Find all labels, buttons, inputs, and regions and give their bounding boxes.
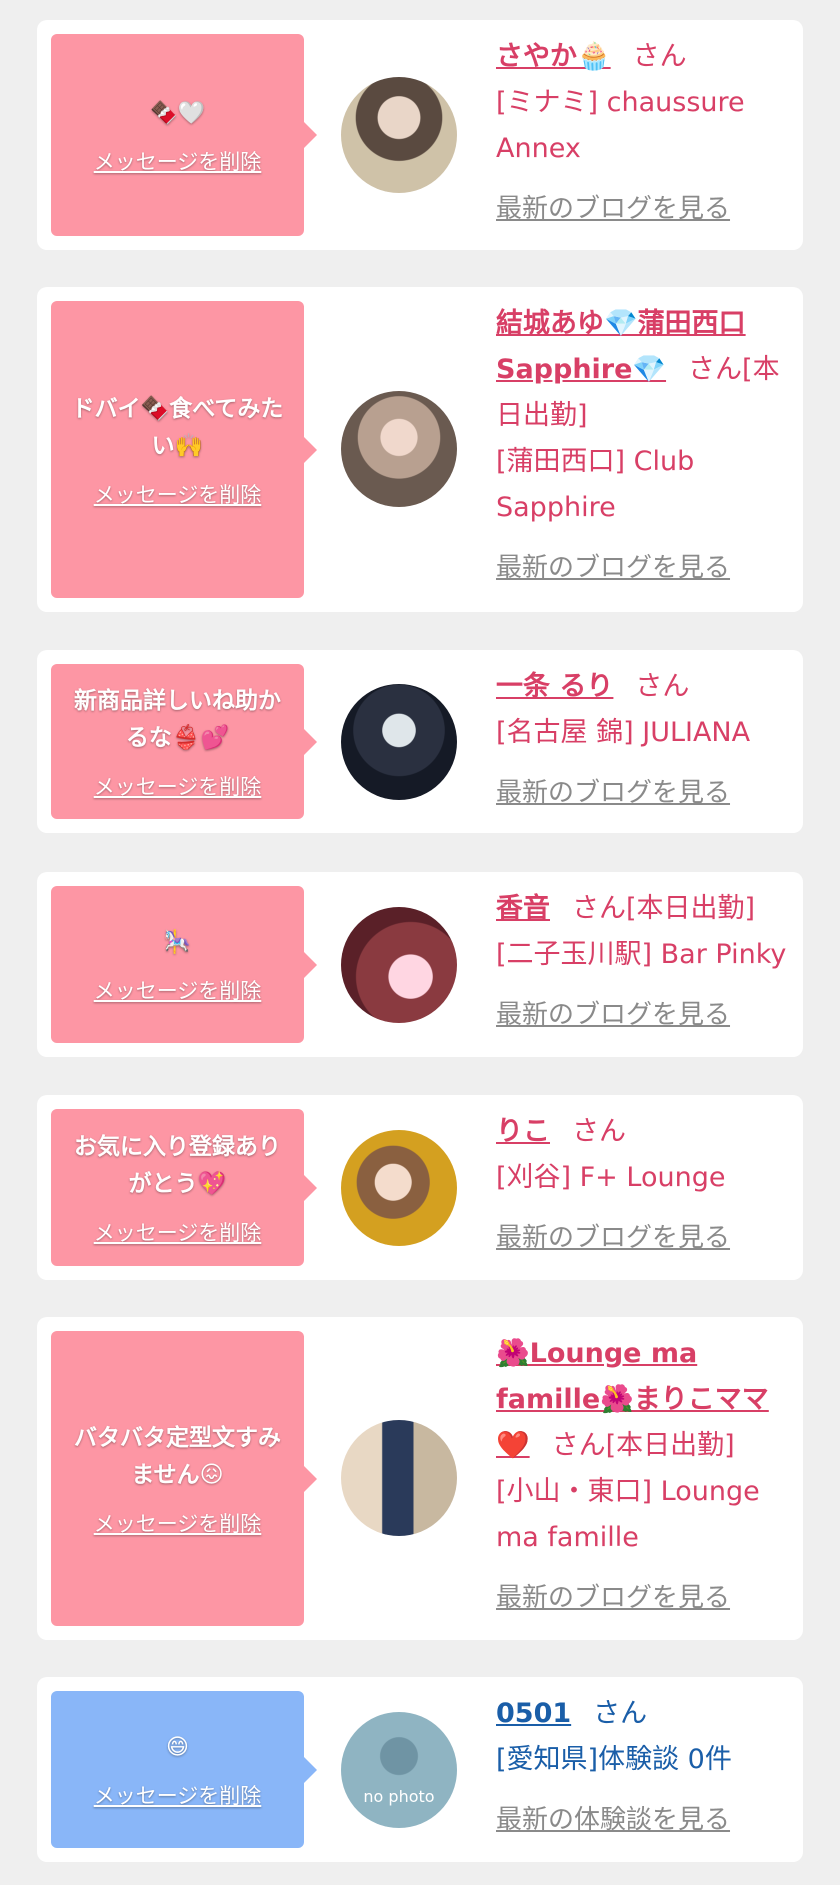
shop-name: [愛知県]体験談 0件: [496, 1744, 732, 1775]
message-card: 🍫🤍 メッセージを削除 さやか🧁 さん [ミナミ] chaussure Annex…: [37, 20, 803, 250]
message-card: 😄 メッセージを削除 no photo 0501 さん [愛知県]体験談 0件 最…: [37, 1677, 803, 1862]
profile-info: 一条 るり さん [名古屋 錦] JULIANA 最新のブログを見る: [496, 664, 796, 816]
shop-name: [名古屋 錦] JULIANA: [496, 717, 751, 748]
latest-blog-link[interactable]: 最新のブログを見る: [496, 1215, 796, 1261]
message-card: 🎠 メッセージを削除 香音 さん[本日出勤] [二子玉川駅] Bar Pinky …: [37, 872, 803, 1057]
profile-info: 結城あゆ💎蒲田西口Sapphire💎 さん[本日出勤] [蒲田西口] Club S…: [496, 301, 796, 591]
delete-message-link[interactable]: メッセージを削除: [94, 771, 262, 801]
avatar[interactable]: [341, 77, 457, 193]
profile-name-link[interactable]: 0501: [496, 1698, 571, 1729]
latest-experience-link[interactable]: 最新の体験談を見る: [496, 1797, 796, 1843]
avatar[interactable]: no photo: [341, 1712, 457, 1828]
delete-message-link[interactable]: メッセージを削除: [94, 1780, 262, 1810]
profile-name-link[interactable]: 香音: [496, 893, 550, 924]
message-card: バタバタ定型文すみません😖 メッセージを削除 🌺Lounge ma famill…: [37, 1317, 803, 1640]
message-text: ドバイ🍫食べてみたい🙌: [71, 395, 284, 459]
profile-info: りこ さん [刈谷] F+ Lounge 最新のブログを見る: [496, 1109, 796, 1261]
message-text: 新商品詳しいね助かるな👙💕: [74, 687, 281, 751]
avatar[interactable]: [341, 907, 457, 1023]
avatar[interactable]: [341, 1130, 457, 1246]
shop-name: [ミナミ] chaussure Annex: [496, 87, 745, 164]
profile-info: さやか🧁 さん [ミナミ] chaussure Annex 最新のブログを見る: [496, 34, 796, 232]
honorific: さん: [572, 1116, 626, 1147]
profile-info: 香音 さん[本日出勤] [二子玉川駅] Bar Pinky 最新のブログを見る: [496, 886, 796, 1038]
message-text: 🍫🤍: [150, 100, 205, 126]
message-text: 🎠: [163, 930, 192, 955]
latest-blog-link[interactable]: 最新のブログを見る: [496, 186, 796, 232]
profile-info: 🌺Lounge ma famille🌺まりこママ❤️ さん[本日出勤] [小山・東…: [496, 1331, 796, 1621]
message-bubble: お気に入り登録ありがとう💖 メッセージを削除: [51, 1109, 317, 1266]
avatar[interactable]: [341, 684, 457, 800]
latest-blog-link[interactable]: 最新のブログを見る: [496, 1575, 796, 1621]
delete-message-link[interactable]: メッセージを削除: [94, 146, 262, 176]
honorific: さん[本日出勤]: [551, 1430, 735, 1461]
profile-name-link[interactable]: 一条 るり: [496, 671, 613, 702]
message-card: ドバイ🍫食べてみたい🙌 メッセージを削除 結城あゆ💎蒲田西口Sapphire💎 さ…: [37, 287, 803, 612]
avatar[interactable]: [341, 391, 457, 507]
message-card: お気に入り登録ありがとう💖 メッセージを削除 りこ さん [刈谷] F+ Loun…: [37, 1095, 803, 1280]
message-text: お気に入り登録ありがとう💖: [74, 1133, 281, 1197]
shop-name: [二子玉川駅] Bar Pinky: [496, 939, 787, 970]
shop-name: [小山・東口] Lounge ma famille: [496, 1476, 760, 1553]
latest-blog-link[interactable]: 最新のブログを見る: [496, 770, 796, 816]
shop-name: [刈谷] F+ Lounge: [496, 1162, 726, 1193]
message-bubble: ドバイ🍫食べてみたい🙌 メッセージを削除: [51, 301, 317, 598]
honorific: さん: [593, 1698, 648, 1729]
message-bubble: 🎠 メッセージを削除: [51, 886, 317, 1043]
profile-name-link[interactable]: りこ: [496, 1116, 550, 1147]
message-bubble: 新商品詳しいね助かるな👙💕 メッセージを削除: [51, 664, 317, 819]
honorific: さん: [635, 671, 690, 702]
latest-blog-link[interactable]: 最新のブログを見る: [496, 545, 796, 591]
message-bubble: 😄 メッセージを削除: [51, 1691, 317, 1848]
delete-message-link[interactable]: メッセージを削除: [94, 1508, 262, 1538]
message-text: 😄: [166, 1735, 189, 1760]
avatar[interactable]: [341, 1420, 457, 1536]
honorific: さん[本日出勤]: [572, 893, 756, 924]
message-text: バタバタ定型文すみません😖: [74, 1424, 281, 1488]
delete-message-link[interactable]: メッセージを削除: [94, 975, 262, 1005]
delete-message-link[interactable]: メッセージを削除: [94, 1217, 262, 1247]
no-photo-label: no photo: [363, 1787, 435, 1806]
profile-info: 0501 さん [愛知県]体験談 0件 最新の体験談を見る: [496, 1691, 796, 1843]
delete-message-link[interactable]: メッセージを削除: [94, 479, 262, 509]
honorific: さん: [632, 41, 687, 72]
message-bubble: バタバタ定型文すみません😖 メッセージを削除: [51, 1331, 317, 1626]
shop-name: [蒲田西口] Club Sapphire: [496, 446, 695, 523]
latest-blog-link[interactable]: 最新のブログを見る: [496, 992, 796, 1038]
message-bubble: 🍫🤍 メッセージを削除: [51, 34, 317, 236]
message-card: 新商品詳しいね助かるな👙💕 メッセージを削除 一条 るり さん [名古屋 錦] J…: [37, 650, 803, 833]
profile-name-link[interactable]: さやか🧁: [496, 41, 611, 72]
